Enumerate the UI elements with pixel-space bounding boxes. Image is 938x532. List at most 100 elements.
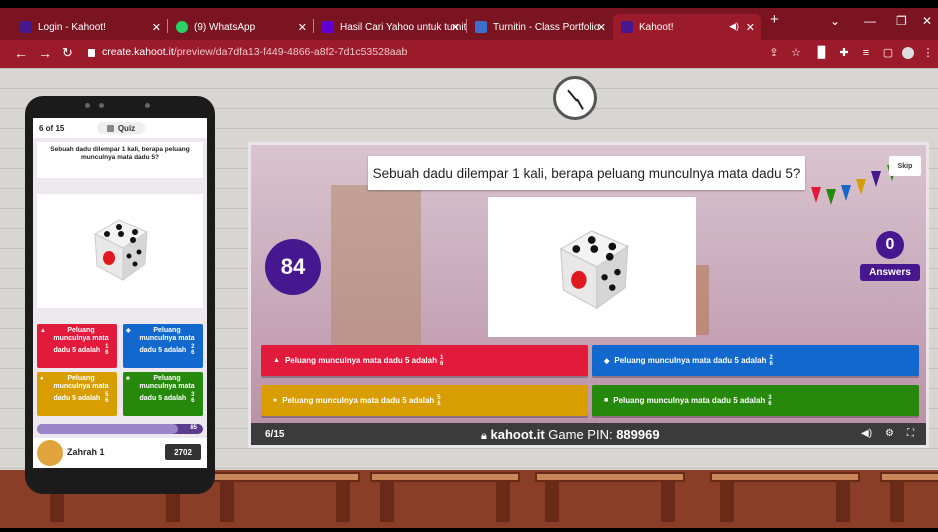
back-icon[interactable]: ←	[14, 45, 28, 61]
extension-doc-icon[interactable]: ▉	[816, 47, 828, 59]
countdown-timer: 84	[265, 239, 321, 295]
player-score: 2702	[165, 444, 201, 460]
diamond-icon: ◆	[604, 357, 610, 365]
close-icon[interactable]: ✕	[746, 21, 755, 34]
reload-icon[interactable]: ↻	[62, 45, 73, 61]
lock-icon	[88, 49, 95, 57]
turnitin-favicon-icon	[475, 21, 487, 33]
dice-icon	[559, 230, 630, 310]
pin-value: 889969	[616, 427, 660, 442]
answer-blue[interactable]: ◆ Peluang munculnya mata dadu 5 adalah 2…	[592, 345, 919, 376]
restore-icon[interactable]: ❐	[896, 14, 907, 28]
player-footer: Zahrah 1 2702	[33, 438, 207, 468]
answer-fraction: 56	[437, 394, 441, 407]
answers-count: 0	[876, 231, 904, 259]
quiz-badge: Quiz	[97, 122, 145, 134]
desk-decoration	[535, 472, 685, 522]
volume-icon[interactable]: ◀)	[861, 428, 872, 439]
tab-login-kahoot[interactable]: Login - Kahoot! ✕	[12, 14, 167, 40]
minimize-icon[interactable]: —	[864, 14, 876, 28]
answer-fraction: 26	[769, 354, 773, 367]
phone-preview: 6 of 15 Quiz Sebuah dadu dilempar 1 kali…	[25, 96, 215, 494]
new-tab-button[interactable]: +	[770, 11, 779, 28]
kahoot-favicon-icon	[621, 21, 633, 33]
answer-text: Peluang munculnya mata dadu 5 adalah	[613, 396, 766, 405]
bunting-flag	[871, 171, 881, 187]
lock-icon: 🔒︎	[481, 430, 487, 442]
close-icon[interactable]: ✕	[298, 21, 307, 34]
top-black-strip	[0, 0, 938, 8]
phone-answer-red[interactable]: ▲ Peluang munculnya mata dadu 5 adalah 1…	[37, 324, 117, 368]
menu-kebab-icon[interactable]: ⋮	[922, 47, 934, 59]
square-icon: ■	[604, 397, 609, 404]
circle-icon: ●	[273, 397, 278, 404]
phone-question-text: Sebuah dadu dilempar 1 kali, berapa pelu…	[37, 142, 203, 178]
answer-text: Peluang munculnya mata dadu 5 adalah	[282, 396, 435, 405]
phone-answer-yellow[interactable]: ● Peluang munculnya mata dadu 5 adalah 5…	[37, 372, 117, 416]
tab-title: Turnitin - Class Portfolio	[493, 21, 600, 33]
progress-value: 85	[190, 425, 197, 431]
answer-fraction: 16	[439, 354, 444, 367]
bunting-flag	[811, 187, 821, 203]
triangle-icon: ▲	[273, 357, 280, 364]
phone-header: 6 of 15 Quiz	[33, 118, 207, 138]
avatar	[37, 440, 63, 466]
bookmark-star-icon[interactable]: ☆	[790, 47, 802, 59]
quiz-icon	[106, 124, 114, 132]
address-bar: ← → ↻ create.kahoot.it/preview/da7dfa13-…	[0, 40, 938, 68]
question-counter: 6 of 15	[39, 124, 65, 133]
bunting-flag	[826, 189, 836, 205]
close-icon[interactable]: ✕	[597, 21, 606, 34]
player-name: Zahrah 1	[67, 447, 105, 457]
answer-text: Peluang munculnya mata dadu 5 adalah	[614, 356, 767, 365]
kahoot-favicon-icon	[20, 21, 32, 33]
close-icon[interactable]: ✕	[451, 21, 460, 34]
answer-fraction: 56	[105, 391, 109, 404]
circle-icon: ●	[40, 376, 44, 382]
game-pin-display: 🔒︎ kahoot.it Game PIN: 889969	[481, 427, 660, 443]
url-field[interactable]: create.kahoot.it/preview/da7dfa13-f449-4…	[102, 46, 407, 58]
tab-turnitin[interactable]: Turnitin - Class Portfolio ✕	[467, 14, 612, 40]
answer-red[interactable]: ▲ Peluang munculnya mata dadu 5 adalah 1…	[261, 345, 588, 376]
board-footer: 6/15 🔒︎ kahoot.it Game PIN: 889969 ◀) ⚙ …	[251, 423, 926, 445]
screen: Login - Kahoot! ✕ (9) WhatsApp ✕ Hasil C…	[0, 0, 938, 532]
progress-fill	[37, 424, 179, 434]
skip-button[interactable]: Skip	[889, 156, 921, 176]
question-progress: 6/15	[265, 429, 285, 440]
phone-notch	[75, 102, 165, 110]
forward-icon[interactable]: →	[38, 45, 52, 61]
desk-decoration	[370, 472, 520, 522]
speaker-icon[interactable]: ◀)	[729, 21, 739, 32]
game-board: Sebuah dadu dilempar 1 kali, berapa pelu…	[248, 142, 929, 448]
tab-title: Hasil Cari Yahoo untuk turnit	[340, 21, 466, 33]
share-icon[interactable]: ⇪	[768, 47, 780, 59]
phone-answer-green[interactable]: ■ Peluang munculnya mata dadu 5 adalah 3…	[123, 372, 203, 416]
tab-search-icon[interactable]: ⌄	[830, 14, 840, 28]
extensions-puzzle-icon[interactable]: ✚	[838, 47, 850, 59]
close-icon[interactable]: ✕	[152, 21, 161, 34]
bunting-flag	[856, 179, 866, 195]
settings-icon[interactable]: ⚙	[885, 428, 894, 439]
answer-text: Peluang munculnya mata dadu 5 adalah	[53, 327, 109, 354]
phone-answer-blue[interactable]: ◆ Peluang munculnya mata dadu 5 adalah 2…	[123, 324, 203, 368]
window-close-icon[interactable]: ✕	[922, 14, 932, 28]
tab-whatsapp[interactable]: (9) WhatsApp ✕	[168, 14, 313, 40]
brand-text: kahoot.it	[490, 427, 545, 442]
reading-list-icon[interactable]: ≡	[860, 47, 872, 59]
question-image	[488, 197, 696, 337]
whatsapp-favicon-icon	[176, 21, 188, 33]
answer-fraction: 26	[191, 343, 195, 356]
answer-green[interactable]: ■ Peluang munculnya mata dadu 5 adalah 3…	[592, 385, 919, 416]
tab-title: Login - Kahoot!	[38, 21, 106, 33]
tab-title: Kahoot!	[639, 21, 674, 33]
kahoot-preview-page: 6 of 15 Quiz Sebuah dadu dilempar 1 kali…	[0, 68, 938, 528]
bunting-flag	[841, 185, 851, 201]
profile-avatar-icon[interactable]	[902, 47, 914, 59]
answer-yellow[interactable]: ● Peluang munculnya mata dadu 5 adalah 5…	[261, 385, 588, 416]
side-panel-icon[interactable]: ▢	[882, 47, 894, 59]
tab-yahoo-search[interactable]: Hasil Cari Yahoo untuk turnit ✕	[314, 14, 466, 40]
wall-clock-icon	[553, 76, 597, 120]
dice-image	[37, 194, 203, 308]
fullscreen-icon[interactable]: ⛶	[907, 428, 914, 439]
tab-kahoot-active[interactable]: Kahoot! ◀) ✕	[613, 14, 761, 40]
